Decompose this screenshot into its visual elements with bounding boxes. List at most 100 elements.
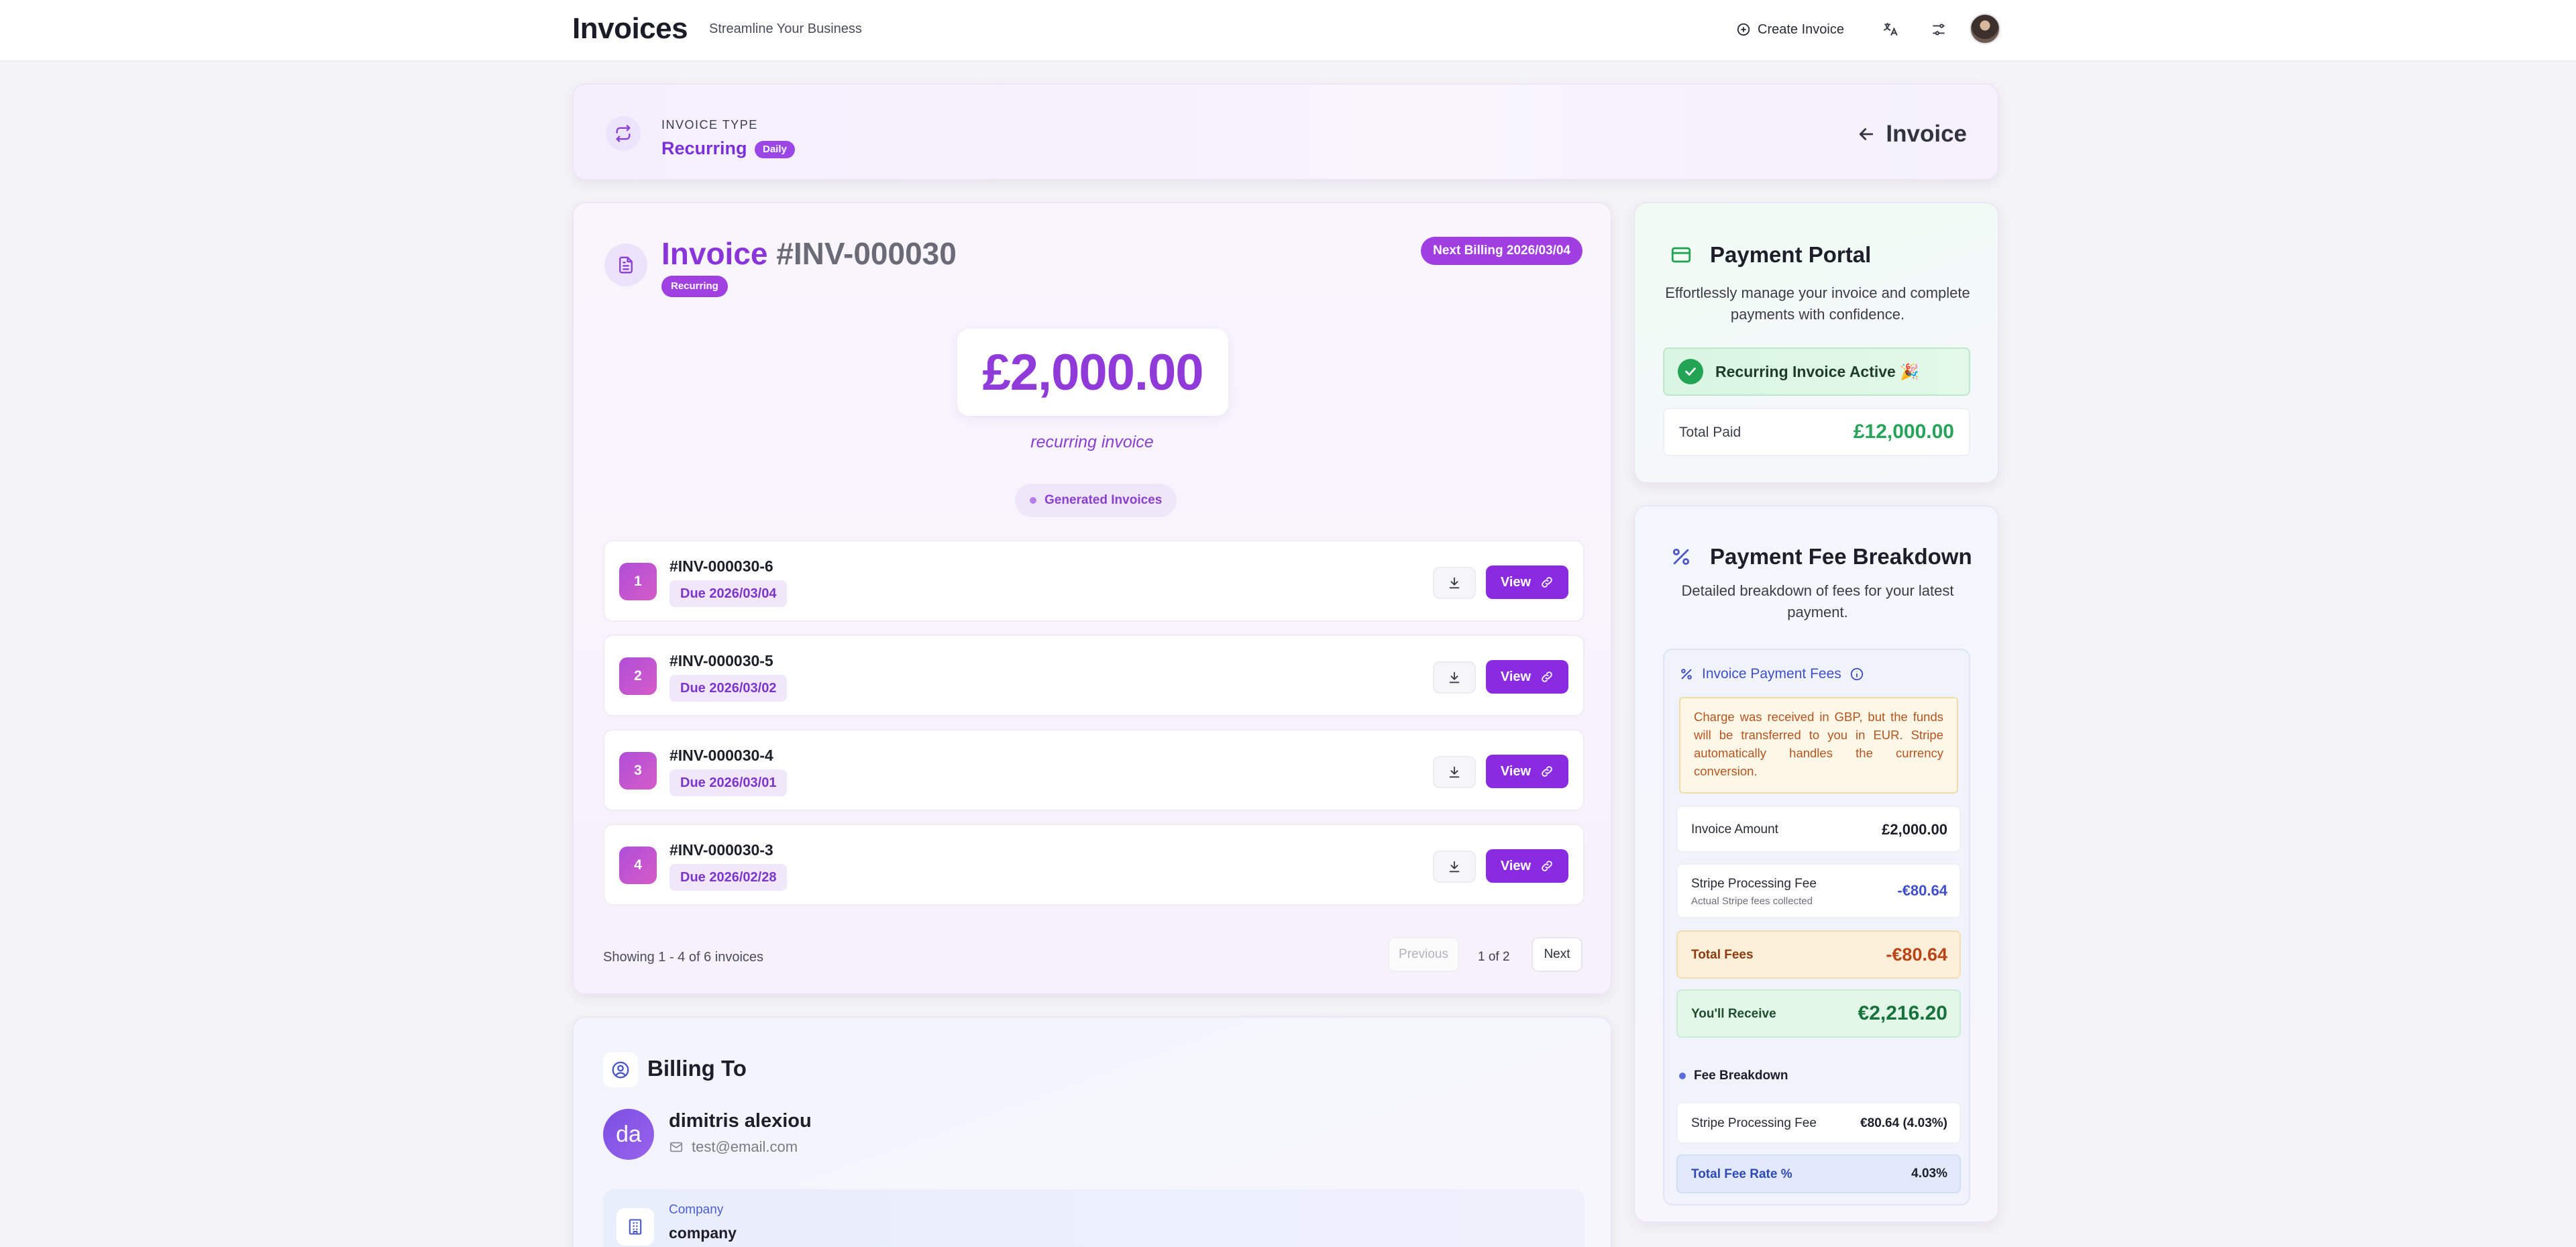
link-icon — [1542, 766, 1552, 777]
fee-rate-value: 4.03% — [1911, 1167, 1947, 1181]
next-billing-badge: Next Billing 2026/03/04 — [1421, 237, 1582, 265]
row-index: 1 — [619, 563, 657, 600]
invoice-payment-fees-header: Invoice Payment Fees — [1679, 666, 1864, 682]
bullet-dot-icon — [1679, 1073, 1686, 1079]
percent-badge-icon — [1672, 548, 1690, 565]
repeat-icon — [606, 116, 641, 151]
row-invoice-id[interactable]: #INV-000030-5 — [669, 652, 773, 670]
payment-portal-card: Payment Portal Effortlessly manage your … — [1633, 202, 1999, 484]
frequency-badge: Daily — [755, 141, 795, 158]
pagination-previous-button[interactable]: Previous — [1388, 937, 1459, 972]
invoice-row: 2 #INV-000030-5 Due 2026/03/02 View — [603, 635, 1585, 716]
client-email: test@email.com — [669, 1138, 798, 1156]
view-button-label: View — [1500, 574, 1532, 590]
create-invoice-label: Create Invoice — [1758, 21, 1844, 37]
create-invoice-button[interactable]: Create Invoice — [1736, 17, 1844, 42]
view-button-label: View — [1500, 858, 1532, 873]
top-navbar: Invoices Streamline Your Business Create… — [0, 0, 2576, 62]
invoice-title-word: Invoice — [661, 236, 768, 271]
back-link-label: Invoice — [1886, 121, 1967, 147]
invoice-row: 1 #INV-000030-6 Due 2026/03/04 View — [603, 540, 1585, 622]
sliders-icon[interactable] — [1925, 16, 1952, 43]
fee-rate-label: Total Fee Rate % — [1691, 1167, 1792, 1181]
invoice-payment-fees-panel: Invoice Payment Fees Charge was received… — [1663, 649, 1970, 1205]
user-circle-icon — [603, 1052, 638, 1087]
pagination-next-button[interactable]: Next — [1532, 937, 1582, 972]
fee-breakdown-description: Detailed breakdown of fees for your late… — [1681, 582, 1954, 620]
mail-icon — [669, 1142, 683, 1152]
invoice-row: 3 #INV-000030-4 Due 2026/03/01 View — [603, 729, 1585, 811]
row-index: 2 — [619, 657, 657, 695]
fee-breakdown-subtitle: Fee Breakdown — [1694, 1069, 1788, 1083]
billing-card: Billing To da dimitris alexiou test@emai… — [572, 1016, 1612, 1247]
breakdown-fee-label: Stripe Processing Fee — [1691, 1116, 1817, 1130]
company-label: Company — [669, 1203, 724, 1217]
user-avatar[interactable] — [1970, 13, 2000, 44]
invoice-amount-note: recurring invoice — [1030, 433, 1154, 451]
download-icon — [1449, 861, 1460, 873]
back-to-invoice-link[interactable]: Invoice — [1856, 121, 1967, 148]
total-paid-label: Total Paid — [1679, 425, 1741, 440]
invoice-number: #INV-000030 — [776, 236, 957, 271]
download-button[interactable] — [1433, 756, 1476, 788]
row-due-date: Due 2026/03/01 — [669, 769, 788, 796]
stripe-fee-row: Stripe Processing Fee Actual Stripe fees… — [1676, 863, 1961, 918]
view-button[interactable]: View — [1486, 565, 1568, 599]
invoice-card: Invoice #INV-000030 Recurring Next Billi… — [572, 202, 1612, 995]
brand-title[interactable]: Invoices — [572, 12, 688, 46]
billing-title: Billing To — [647, 1056, 747, 1081]
fee-rate-row: Total Fee Rate % 4.03% — [1676, 1154, 1961, 1193]
total-fees-value: -€80.64 — [1886, 944, 1947, 965]
download-icon — [1449, 577, 1460, 589]
view-button-label: View — [1500, 669, 1532, 684]
client-email-text[interactable]: test@email.com — [692, 1138, 798, 1156]
invoice-amount-row: Invoice Amount £2,000.00 — [1676, 806, 1961, 853]
download-button[interactable] — [1433, 851, 1476, 883]
invoice-type-card: INVOICE TYPE Recurring Daily Invoice — [572, 83, 1999, 180]
view-button[interactable]: View — [1486, 660, 1568, 694]
recurring-active-text: Recurring Invoice Active 🎉 — [1715, 362, 1919, 380]
info-icon[interactable] — [1849, 667, 1864, 682]
client-name: dimitris alexiou — [669, 1110, 812, 1132]
generated-invoices-text: Generated Invoices — [1044, 493, 1163, 507]
total-paid-value: £12,000.00 — [1853, 421, 1954, 443]
payment-portal-description: Effortlessly manage your invoice and com… — [1665, 284, 1970, 323]
link-icon — [1542, 671, 1552, 682]
document-icon — [604, 243, 647, 286]
download-button[interactable] — [1433, 567, 1476, 599]
invoice-payment-fees-title: Invoice Payment Fees — [1702, 666, 1841, 682]
view-button-label: View — [1500, 763, 1532, 779]
credit-card-icon — [1671, 247, 1691, 263]
arrow-left-icon — [1856, 124, 1876, 144]
pagination-page-info: 1 of 2 — [1478, 950, 1510, 964]
recurring-active-status: Recurring Invoice Active 🎉 — [1663, 347, 1970, 396]
you-receive-value: €2,216.20 — [1858, 1002, 1947, 1024]
translate-icon[interactable] — [1877, 16, 1904, 43]
invoice-type-label: INVOICE TYPE — [661, 118, 758, 131]
total-fees-label: Total Fees — [1691, 948, 1754, 962]
company-value: company — [669, 1224, 737, 1242]
pagination-summary: Showing 1 - 4 of 6 invoices — [603, 950, 764, 965]
link-icon — [1542, 577, 1552, 588]
currency-notice: Charge was received in GBP, but the fund… — [1679, 697, 1958, 794]
stripe-fee-sublabel: Actual Stripe fees collected — [1691, 896, 1813, 907]
brand-tagline: Streamline Your Business — [709, 21, 862, 36]
row-invoice-id[interactable]: #INV-000030-6 — [669, 557, 773, 576]
client-avatar: da — [603, 1109, 654, 1160]
stripe-fee-value: -€80.64 — [1897, 882, 1947, 899]
plus-circle-icon — [1736, 22, 1751, 37]
row-due-date: Due 2026/02/28 — [669, 864, 788, 891]
row-invoice-id[interactable]: #INV-000030-3 — [669, 841, 773, 859]
payment-portal-title: Payment Portal — [1710, 242, 1872, 267]
building-icon — [616, 1208, 654, 1246]
view-button[interactable]: View — [1486, 849, 1568, 883]
row-invoice-id[interactable]: #INV-000030-4 — [669, 747, 773, 765]
view-button[interactable]: View — [1486, 755, 1568, 788]
download-button[interactable] — [1433, 661, 1476, 694]
status-badge: Recurring — [661, 276, 728, 297]
invoice-amount-label: Invoice Amount — [1691, 822, 1778, 836]
row-index: 4 — [619, 847, 657, 884]
company-box: Company company — [603, 1189, 1585, 1247]
invoice-amount-value: £2,000.00 — [1882, 821, 1947, 838]
fee-breakdown-card: Payment Fee Breakdown Detailed breakdown… — [1633, 505, 1999, 1223]
